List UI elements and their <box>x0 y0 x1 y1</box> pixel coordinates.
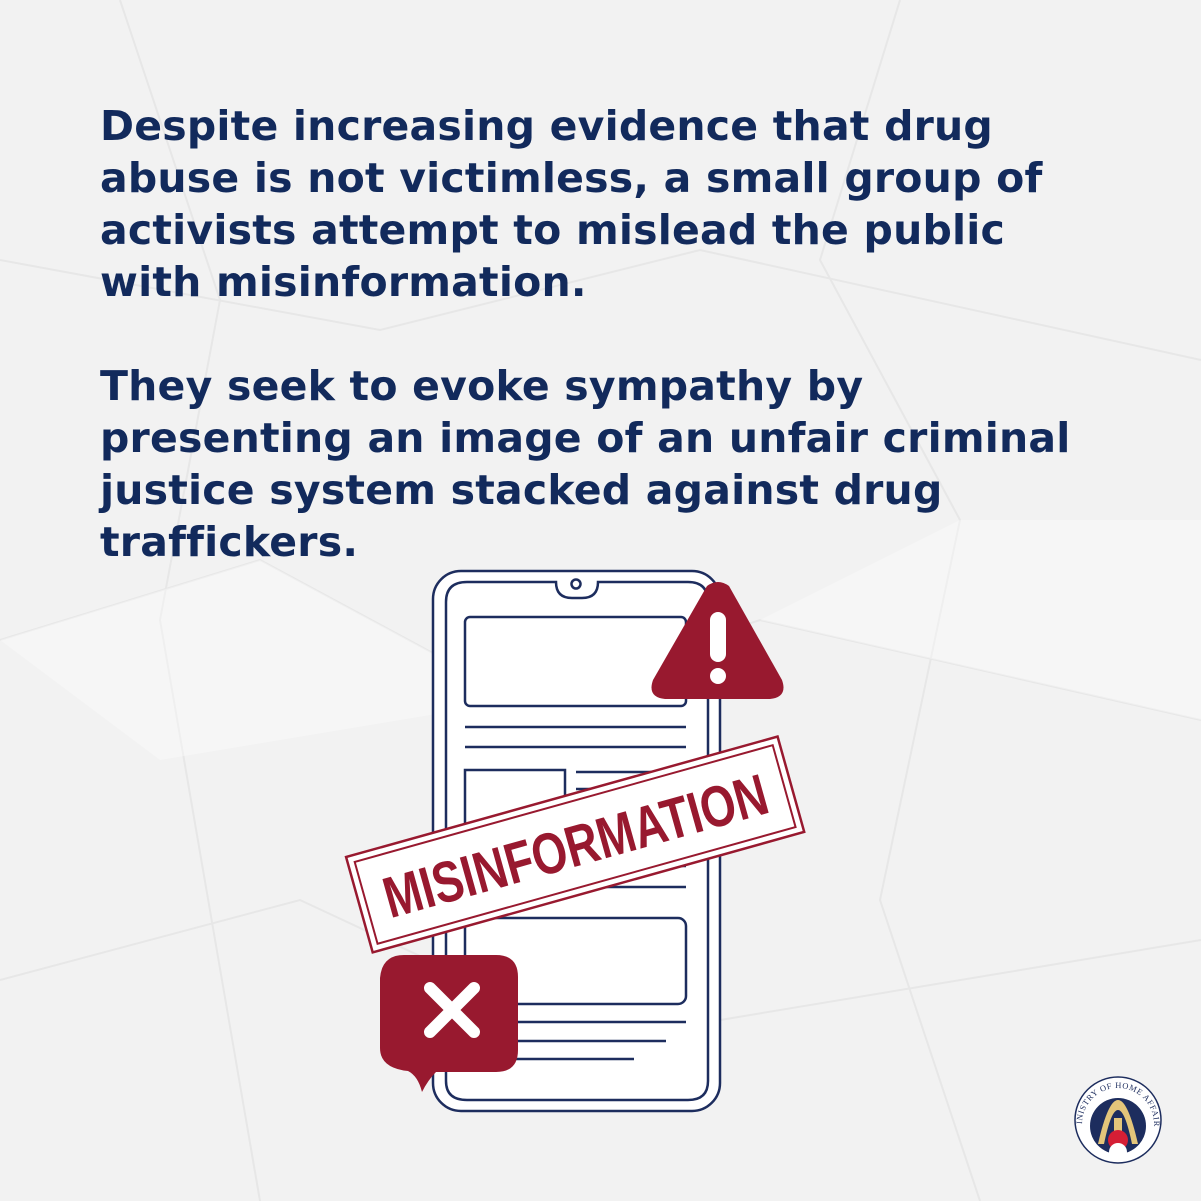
error-bubble-icon <box>380 955 518 1092</box>
ministry-seal-logo: MINISTRY OF HOME AFFAIRS <box>1068 1070 1162 1164</box>
misinformation-illustration: MISINFORMATION <box>344 569 806 1113</box>
